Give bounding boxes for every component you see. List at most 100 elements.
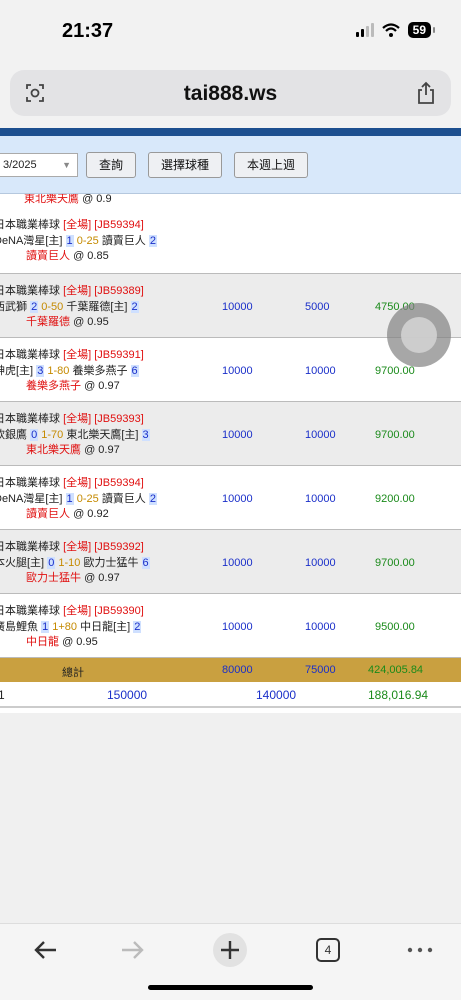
bet-pick: 東北樂天鷹 [24,194,79,205]
grand-label: 1 [0,688,5,702]
bet-handicap: 0-25 [76,235,99,247]
bet-team1: 神虎[主] [0,365,34,377]
bet-type: [全場] [63,605,92,617]
bet-team2: 中日龍[主] [80,621,131,633]
wifi-icon [381,23,400,37]
back-icon[interactable] [26,932,66,968]
new-tab-icon[interactable] [210,932,250,968]
date-value: 3/2025 [3,159,37,171]
bet-team2: 讀賣巨人 [101,235,146,247]
forward-icon[interactable] [112,932,152,968]
bet-type: [全場] [63,285,92,297]
address-bar[interactable]: tai888.ws [10,70,451,116]
bet-team1: 西武獅 [0,301,27,313]
bet-league-line: 日本職業棒球 [全場] [JB59389] [0,282,144,298]
assistive-touch-button[interactable] [387,303,451,367]
share-icon[interactable] [415,81,437,105]
table-row: 日本職業棒球 [全場] [JB59394] DeNA灣星[主] 1 0-25 讀賣… [0,208,461,274]
page-empty-area [0,713,461,923]
chevron-down-icon: ▼ [62,160,71,170]
bet-league: 日本職業棒球 [0,605,60,617]
tab-count: 4 [316,938,340,962]
more-icon[interactable] [400,932,440,968]
bet-score1: 2 [30,301,39,313]
bet-stake: 10000 [222,429,253,441]
bet-match-line: 軟銀鷹 0 1-70 東北樂天鷹[主] 3 [0,426,150,442]
bet-score2: 2 [133,621,142,633]
bet-pick: 歐力士猛牛 [26,572,81,584]
bet-match-line: 神虎[主] 3 1-80 養樂多燕子 6 [0,362,139,378]
bet-league: 日本職業棒球 [0,219,60,231]
status-bar: 21:37 59 [0,0,461,62]
bet-odds: @ 0.97 [84,444,120,456]
bet-league-line: 日本職業棒球 [全場] [JB59392] [0,538,144,554]
bet-score2: 6 [130,365,139,377]
select-sport-button[interactable]: 選擇球種 [148,152,222,178]
bet-pick-line: 讀賣巨人 @ 0.92 [26,505,109,521]
bet-score1: 0 [47,557,56,569]
bet-id: [JB59393] [94,413,144,425]
bets-table: 東北樂天鷹 @ 0.9 日本職業棒球 [全場] [JB59394] DeNA灣星[… [0,194,461,708]
bet-valid: 5000 [305,301,330,313]
bet-league-line: 日本職業棒球 [全場] [JB59394] [0,216,144,232]
grand-win: 188,016.94 [368,688,429,702]
total-label: 總計 [62,667,84,679]
bet-id: [JB59394] [94,219,144,231]
bet-handicap: 0-25 [76,493,99,505]
bet-score1: 0 [30,429,39,441]
bet-score2: 3 [141,429,150,441]
query-button[interactable]: 查詢 [86,152,136,178]
bet-pick-line: 中日龍 @ 0.95 [26,633,98,649]
bet-odds: @ 0.92 [73,508,109,520]
grand-stake: 150000 [107,688,148,702]
bet-handicap: 1-10 [58,557,81,569]
table-row: 日本職業棒球 [全場] [JB59392]本火腿[主] 0 1-10 歐力士猛牛… [0,530,461,594]
bet-league: 日本職業棒球 [0,413,60,425]
battery-icon: 59 [407,22,436,38]
bet-score2: 2 [148,235,157,247]
bet-team2: 東北樂天鷹[主] [66,429,139,441]
bet-win: 9700.00 [375,429,415,441]
bet-odds: @ 0.97 [84,380,120,392]
bet-stake: 10000 [222,365,253,377]
filter-bar: 3/2025 ▼ 查詢 選擇球種 本週上週 [0,136,461,194]
bet-odds: @ 0.9 [82,194,112,205]
bet-win: 9200.00 [375,493,415,505]
bet-league: 日本職業棒球 [0,349,60,361]
this-last-week-button[interactable]: 本週上週 [234,152,308,178]
bet-team2: 歐力士猛牛 [83,557,139,569]
tabs-icon[interactable]: 4 [312,932,344,968]
bet-match-line: 西武獅 2 0-50 千葉羅德[主] 2 [0,298,139,314]
bet-type: [全場] [63,413,92,425]
bet-score2: 2 [148,493,157,505]
date-select[interactable]: 3/2025 ▼ [0,153,78,177]
bet-id: [JB59391] [94,349,144,361]
bet-pick: 東北樂天鷹 [26,444,81,456]
bet-pick-line: 東北樂天鷹 @ 0.97 [26,441,120,457]
bet-stake: 10000 [222,557,253,569]
bet-valid: 10000 [305,365,336,377]
bet-match-line: 本火腿[主] 0 1-10 歐力士猛牛 6 [0,554,150,570]
signal-icon [355,23,374,37]
bet-league-line: 日本職業棒球 [全場] [JB59391] [0,346,144,362]
bet-score1: 1 [65,493,74,505]
bet-team2: 千葉羅德[主] [66,301,128,313]
bet-league-line: 日本職業棒球 [全場] [JB59394] [0,474,144,490]
bet-score1: 1 [65,235,74,247]
bet-pick-line: 養樂多燕子 @ 0.97 [26,377,120,393]
bet-league-line: 日本職業棒球 [全場] [JB59390] [0,602,144,618]
bet-pick-line: 千葉羅德 @ 0.95 [26,313,109,329]
bet-match-line: DeNA灣星[主] 1 0-25 讀賣巨人 2 [0,490,157,506]
bet-handicap: 1-70 [41,429,64,441]
bet-stake: 10000 [222,493,253,505]
bet-valid: 10000 [305,621,336,633]
bet-score2: 6 [141,557,150,569]
bet-team1: 廣島鯉魚 [0,621,38,633]
bet-team1: 本火腿[主] [0,557,45,569]
bet-team1: DeNA灣星[主] [0,493,63,505]
bet-match-line: DeNA灣星[主] 1 0-25 讀賣巨人 2 [0,232,157,248]
bet-id: [JB59394] [94,477,144,489]
bet-valid: 10000 [305,493,336,505]
bet-stake: 10000 [222,301,253,313]
url-text[interactable]: tai888.ws [10,82,451,106]
